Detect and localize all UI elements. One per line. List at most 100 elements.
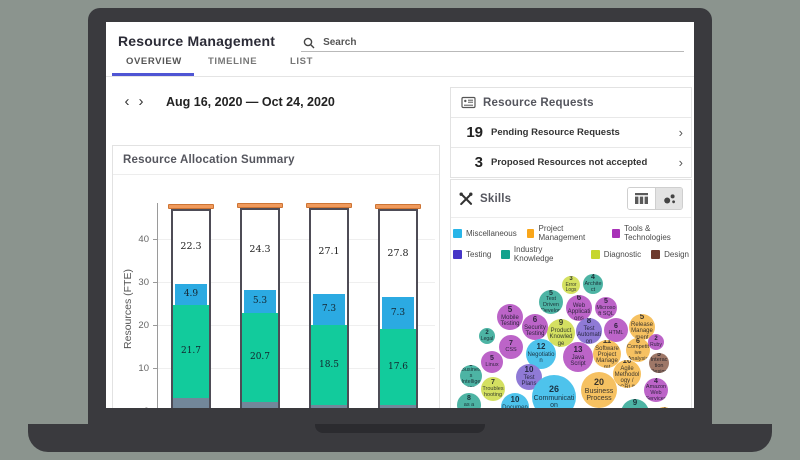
prev-period-button[interactable]: ‹ [120, 94, 134, 109]
legend-item-design[interactable]: Design [651, 245, 689, 263]
search-field[interactable] [301, 30, 684, 52]
skill-bubble-error-logs[interactable]: 3 Error Logs [562, 276, 580, 294]
legend-item-industry-knowledge[interactable]: Industry Knowledge [501, 245, 580, 263]
skill-bubble-label: Java Script [570, 355, 586, 368]
skill-bubble-label: HTML [608, 329, 624, 336]
resource-requests-card: Resource Requests 19 Pending Resource Req… [450, 87, 692, 178]
legend-label: Project Management [538, 224, 586, 242]
skill-bubble-architect[interactable]: 4 Architect [583, 274, 603, 294]
tab-list[interactable]: LIST [276, 56, 358, 76]
legend-label: Tools & Technologies [624, 224, 671, 242]
skill-bubble-label: Microsoft SQL [596, 305, 616, 317]
tab-timeline[interactable]: TIMELINE [194, 56, 276, 76]
allocation-card-title: Resource Allocation Summary [123, 154, 295, 166]
legend-label: Diagnostic [603, 249, 642, 259]
skill-bubble-microsoft-sql[interactable]: 5 Microsoft SQL [595, 297, 617, 319]
left-column: ‹ › Aug 16, 2020 — Oct 24, 2020 Resource… [106, 77, 446, 408]
y-tick-label: 0 [115, 406, 149, 408]
skill-bubble-troubleshooting[interactable]: 7 Troubleshooting [481, 377, 505, 401]
skill-bubble-mobile-testing[interactable]: 5 Mobile Testing [497, 304, 523, 330]
next-period-button[interactable]: › [134, 94, 148, 109]
legend-label: Testing [466, 249, 492, 259]
bar-unallocated-label: 27.1 [318, 246, 340, 258]
skill-bubble-linux[interactable]: 5 Linux [481, 351, 503, 373]
bar-segment-bench[interactable] [311, 404, 347, 408]
skill-bubble-test-driven-develop[interactable]: 5 Test Driven Develop [539, 290, 563, 314]
bar-segment-overallocated[interactable]: 7.3 [382, 297, 414, 329]
skill-bubble-css[interactable]: 7 CSS [499, 335, 523, 359]
skill-bubble-as-a-service[interactable]: 8as a Service [457, 393, 481, 408]
bar-segment-bench[interactable] [242, 401, 278, 408]
skill-bubble-value: 10 [510, 395, 520, 405]
request-label: Pending Resource Requests [491, 127, 620, 138]
skill-bubble-label: Legal [480, 335, 494, 342]
bar-segment-allocated[interactable]: 21.7 [173, 304, 209, 399]
skill-bubble-value: 6 [532, 315, 538, 325]
y-tick-label: 40 [138, 234, 149, 245]
bar-segment-allocated[interactable]: 20.7 [242, 312, 278, 402]
chevron-right-icon: › [678, 154, 683, 170]
y-axis-title: Resources (FTE) [122, 269, 134, 349]
tabs: OVERVIEW TIMELINE LIST [112, 52, 694, 76]
skill-bubble-java-script[interactable]: 13 Java Script [563, 342, 593, 372]
bar-value-label: 18.5 [318, 359, 340, 370]
legend-item-diagnostic[interactable]: Diagnostic [590, 245, 642, 263]
skill-bubble-label: Business Process [584, 387, 614, 402]
skill-bubble-label: Linux [485, 361, 499, 368]
skill-bubble-label: CSS [505, 346, 517, 353]
skill-bubble-value: 3 [662, 407, 665, 408]
bubble-view-button[interactable] [655, 188, 682, 209]
table-view-button[interactable] [628, 188, 655, 209]
skill-bubble-value: 13 [573, 345, 583, 355]
skill-bubble-business-intelligence[interactable]: 5Business Intelligence [460, 365, 482, 387]
skill-bubble-business-process[interactable]: 20 Business Process [581, 372, 617, 408]
skill-bubble-test-automation[interactable]: 8 Test Automation [576, 318, 602, 344]
legend-row: Testing Industry Knowledge Diagnostic Desig… [453, 245, 689, 263]
skill-bubble-label: Troubleshooting [482, 386, 504, 398]
legend-label: Design [664, 249, 689, 259]
tab-overview[interactable]: OVERVIEW [112, 56, 194, 76]
skill-bubble-html[interactable]: 6 HTML [604, 318, 628, 342]
bar-value-label: 7.3 [321, 304, 337, 315]
legend-item-miscellaneous[interactable]: Miscellaneous [453, 224, 517, 242]
laptop-base [28, 424, 772, 452]
skill-bubble-label: Test Driven Develop [540, 296, 562, 314]
legend-item-tools-technologies[interactable]: Tools & Technologies [612, 224, 689, 242]
skill-bubble-documentation[interactable]: 10Documentation [501, 393, 529, 408]
legend-swatch [501, 249, 510, 259]
skill-bubble-value: 8 [586, 318, 592, 326]
request-count: 19 [466, 124, 483, 141]
skill-bubble-security-testing[interactable]: 6 Security Testing [522, 314, 548, 340]
bar-segment-overallocated[interactable]: 4.9 [175, 283, 207, 305]
skill-bubble-label: Interaction Design [650, 357, 668, 373]
skills-bubble-chart: 3 Error Logs 4 Architect 5 Test Driven Develo… [451, 270, 691, 408]
bar-value-label: 7.3 [390, 308, 406, 319]
request-row-pending-resource-requests[interactable]: 19 Pending Resource Requests › [451, 117, 691, 147]
skill-bubble-amazon-web-services[interactable]: 4 Amazon Web Services [644, 378, 668, 402]
badge-icon [461, 96, 476, 109]
bar-segment-allocated[interactable]: 17.6 [380, 328, 416, 405]
skills-view-toggle [627, 187, 683, 210]
skill-bubble-legal[interactable]: 2 Legal [479, 328, 495, 344]
bar-unallocated-label: 27.8 [387, 248, 409, 260]
skill-bubble-competitive-analysis[interactable]: 6 Competitive Analysis [626, 338, 650, 362]
skill-bubble-needs-assessment[interactable]: 3Needs Assessment [655, 407, 673, 408]
search-input[interactable] [321, 36, 682, 49]
skill-bubble-interaction-design[interactable]: 5 Interaction Design [649, 353, 669, 373]
bar-capacity-cap [168, 203, 214, 209]
skill-bubble-ruby[interactable]: 2 Ruby [648, 334, 664, 350]
legend-item-project-management[interactable]: Project Management [526, 224, 603, 242]
bar-segment-overallocated[interactable]: 5.3 [244, 289, 276, 313]
skill-bubble-label: Error Logs [565, 282, 577, 294]
bar-segment-overallocated[interactable]: 7.3 [313, 293, 345, 325]
request-row-proposed-resources-not-accepted[interactable]: 3 Proposed Resources not accepted › [451, 147, 691, 177]
legend-item-testing[interactable]: Testing [453, 245, 491, 263]
bar-segment-bench[interactable] [380, 404, 416, 408]
right-column: Resource Requests 19 Pending Resource Req… [446, 77, 694, 408]
bar-value-label: 5.3 [252, 296, 268, 307]
skill-bubble-communication[interactable]: 26 Communication [532, 375, 576, 408]
bar-segment-bench[interactable] [173, 398, 209, 408]
bar-segment-allocated[interactable]: 18.5 [311, 325, 347, 405]
skill-bubble-agile-methodology-scrum[interactable]: 10 Agile Methodology / SCRUM [613, 360, 641, 388]
skill-bubble-program-management[interactable]: 9Program Management [621, 399, 649, 408]
